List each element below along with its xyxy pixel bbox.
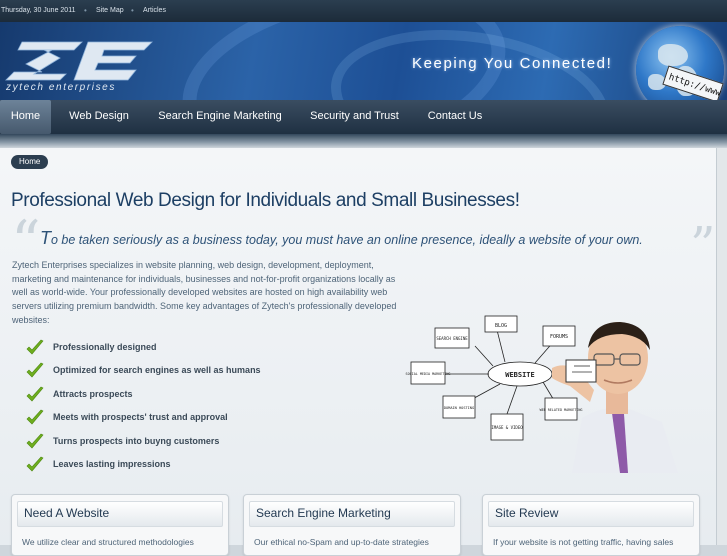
current-date: Thursday, 30 June 2011 bbox=[1, 7, 76, 14]
checkmark-icon bbox=[26, 339, 44, 355]
logo-subtitle: zytech enterprises bbox=[6, 82, 116, 93]
banner-tagline: Keeping You Connected! bbox=[412, 55, 613, 72]
scrollbar[interactable] bbox=[716, 148, 727, 545]
checkmark-icon bbox=[26, 386, 44, 402]
site-review-box: Site Review If your website is not getti… bbox=[482, 494, 700, 556]
quote-close-icon: ” bbox=[690, 216, 716, 274]
zytech-logo[interactable] bbox=[4, 38, 154, 83]
need-website-box: Need A Website We utilize clear and stru… bbox=[11, 494, 229, 556]
checkmark-icon bbox=[26, 433, 44, 449]
articles-link[interactable]: Articles bbox=[143, 0, 166, 22]
main-nav: Home Web Design Search Engine Marketing … bbox=[0, 100, 727, 134]
diagram-node-label: DOMAIN HOSTING bbox=[444, 406, 474, 410]
box-text: We utilize clear and structured methodol… bbox=[22, 537, 194, 547]
list-item: Turns prospects into buyng customers bbox=[26, 433, 326, 456]
nav-home[interactable]: Home bbox=[0, 100, 51, 134]
list-item: Optimized for search engines as well as … bbox=[26, 362, 326, 385]
diagram-node-label: IMAGE & VIDEO bbox=[491, 425, 523, 430]
box-title[interactable]: Need A Website bbox=[24, 506, 109, 520]
checkmark-icon bbox=[26, 409, 44, 425]
advantages-list: Professionally designed Optimized for se… bbox=[26, 339, 326, 479]
list-item: Professionally designed bbox=[26, 339, 326, 362]
nav-search-engine-marketing[interactable]: Search Engine Marketing bbox=[150, 100, 290, 134]
diagram-node-label: BLOG bbox=[495, 323, 507, 329]
checkmark-icon bbox=[26, 456, 44, 472]
search-engine-marketing-box: Search Engine Marketing Our ethical no-S… bbox=[243, 494, 461, 556]
separator-dot: • bbox=[84, 6, 87, 15]
diagram-node-label: SEARCH ENGINE bbox=[436, 336, 468, 341]
nav-security-and-trust[interactable]: Security and Trust bbox=[300, 100, 409, 134]
box-text: If your website is not getting traffic, … bbox=[493, 537, 674, 547]
sitemap-link[interactable]: Site Map bbox=[96, 0, 124, 22]
page-title: Professional Web Design for Individuals … bbox=[11, 190, 520, 211]
breadcrumb[interactable]: Home bbox=[11, 155, 49, 169]
box-title[interactable]: Site Review bbox=[495, 506, 558, 520]
intro-quote: To be taken seriously as a business toda… bbox=[40, 228, 643, 248]
separator-dot: • bbox=[131, 6, 134, 15]
header-banner: zytech enterprises Keeping You Connected… bbox=[0, 22, 727, 100]
checkmark-icon bbox=[26, 363, 44, 378]
box-text: Our ethical no-Spam and up-to-date strat… bbox=[254, 537, 429, 547]
box-title[interactable]: Search Engine Marketing bbox=[256, 506, 391, 520]
list-item: Leaves lasting impressions bbox=[26, 456, 326, 479]
nav-web-design[interactable]: Web Design bbox=[57, 100, 141, 134]
list-item: Attracts prospects bbox=[26, 386, 326, 409]
businessman-photo bbox=[552, 322, 678, 473]
list-item: Meets with prospects' trust and approval bbox=[26, 409, 326, 432]
top-bar: Thursday, 30 June 2011 • Site Map • Arti… bbox=[0, 0, 727, 22]
diagram-center-label: WEBSITE bbox=[505, 371, 535, 379]
diagram-node-label: SOCIAL MEDIA MARKETING bbox=[406, 372, 451, 376]
intro-paragraph: Zytech Enterprises specializes in websit… bbox=[12, 260, 397, 325]
nav-contact-us[interactable]: Contact Us bbox=[418, 100, 492, 134]
